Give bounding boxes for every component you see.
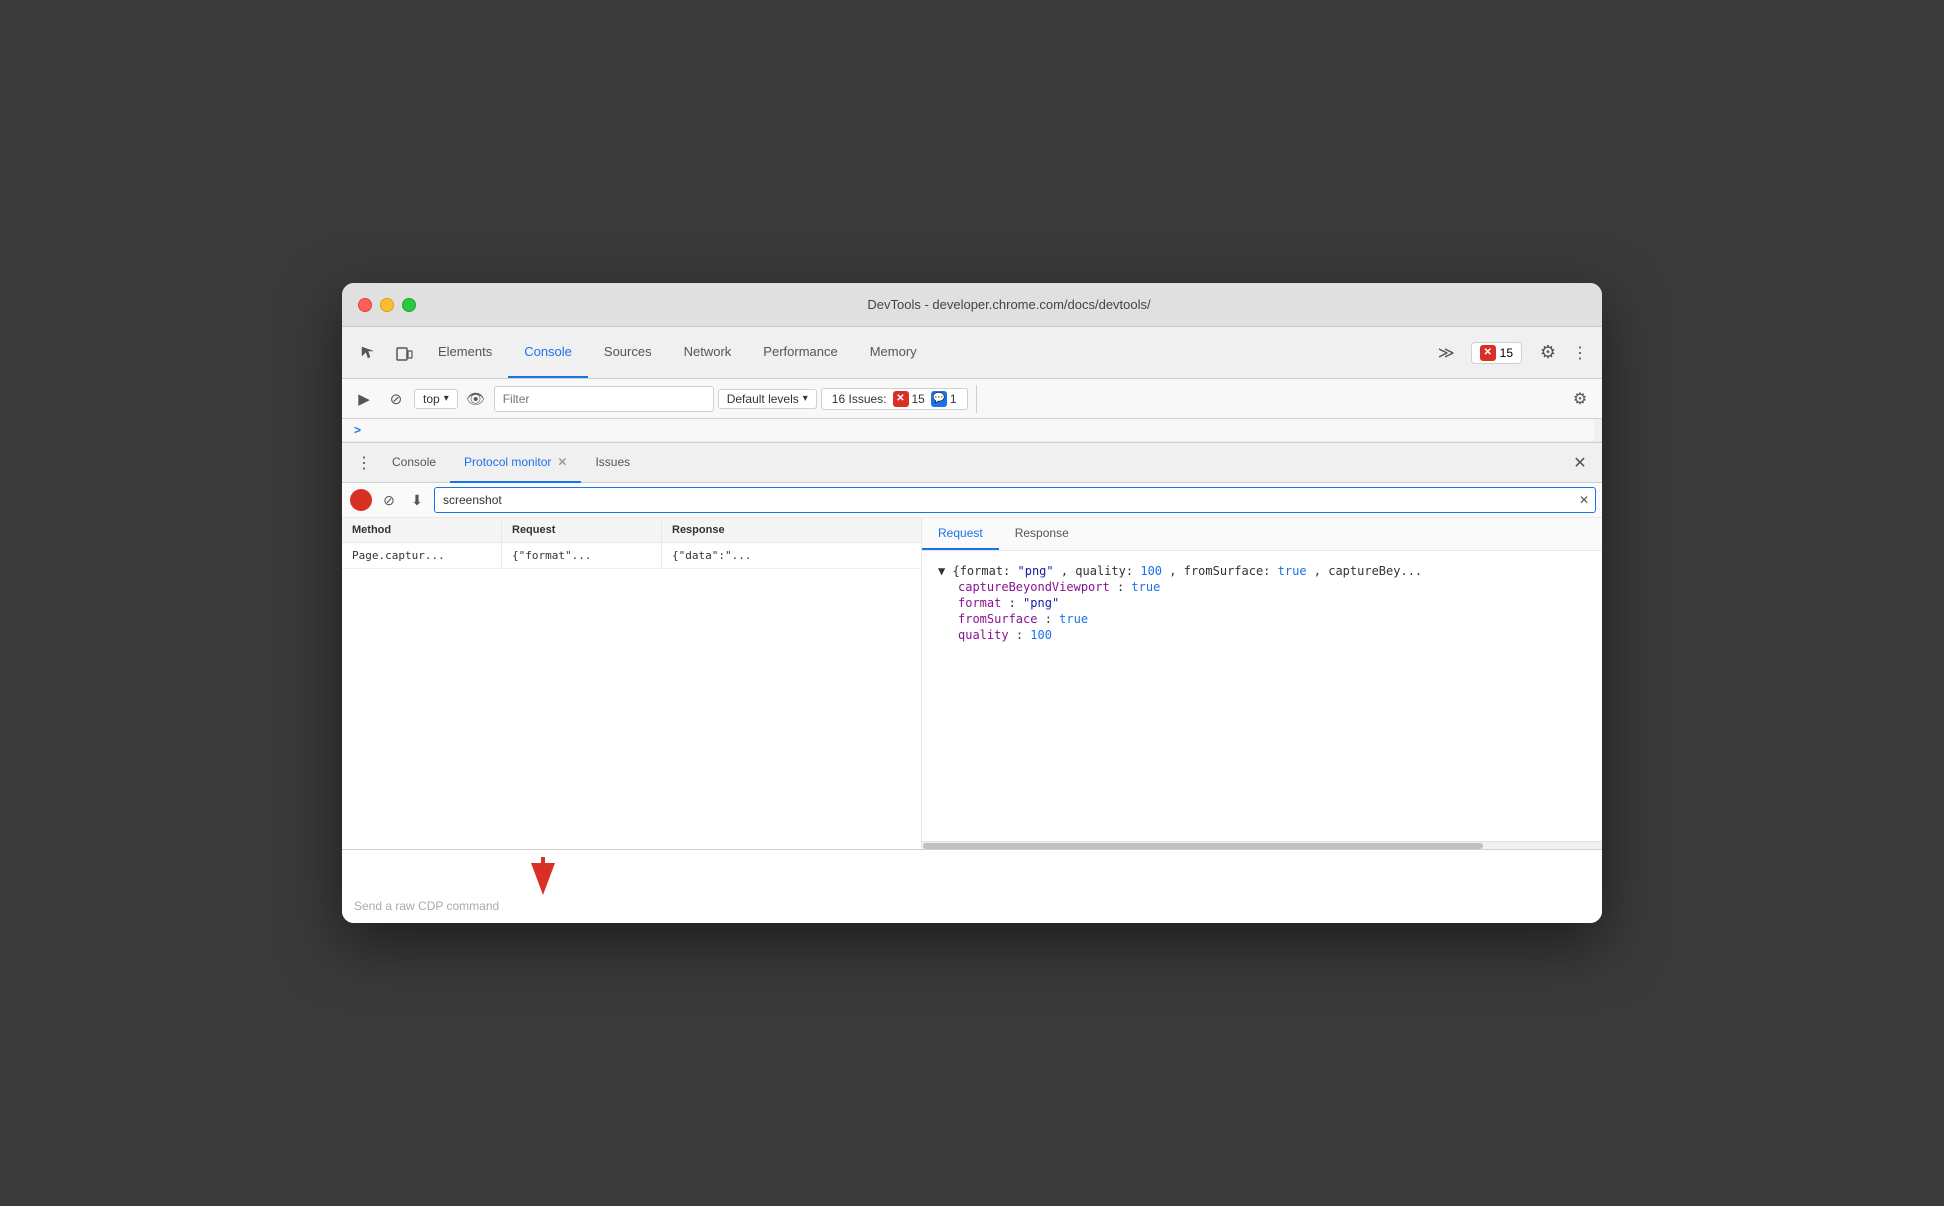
pm-left-panel: Method Request Response Page.captur... {…	[342, 518, 922, 849]
console-settings-icon[interactable]: ⚙	[1566, 385, 1594, 413]
arrow-annotation	[513, 852, 573, 902]
drawer-more-icon[interactable]: ⋮	[350, 449, 378, 477]
json-line-2: format : "png"	[938, 595, 1586, 611]
issues-error-group: ✕ 15	[893, 391, 925, 407]
drawer-tab-console[interactable]: Console	[378, 443, 450, 483]
issues-error-count: 15	[912, 392, 925, 406]
device-toggle-icon[interactable]	[386, 327, 422, 378]
error-count-badge[interactable]: ✕ 15	[1471, 342, 1522, 364]
tab-network[interactable]: Network	[668, 327, 748, 378]
context-value: top	[423, 392, 440, 406]
maximize-button[interactable]	[402, 298, 416, 312]
pm-table: Method Request Response Page.captur... {…	[342, 518, 1602, 849]
pm-clear-button[interactable]: ⊘	[378, 489, 400, 511]
protocol-monitor-content: ⊘ ⬇ ✕ Method Request Response Page.capt	[342, 483, 1602, 923]
default-levels-button[interactable]: Default levels ▾	[718, 389, 817, 409]
pm-search-bar: ⊘ ⬇ ✕	[342, 483, 1602, 518]
pm-right-content: ▼ {format: "png" , quality: 100 , fromSu…	[922, 551, 1602, 841]
issues-label: 16 Issues:	[832, 392, 887, 406]
run-script-button[interactable]: ▶	[350, 385, 378, 413]
close-button[interactable]	[358, 298, 372, 312]
row-response: {"data":"...	[662, 543, 921, 568]
table-row[interactable]: Page.captur... {"format"... {"data":"...	[342, 543, 921, 569]
json-line-4: quality : 100	[938, 627, 1586, 643]
error-icon: ✕	[1480, 345, 1496, 361]
console-scrollbar[interactable]	[1594, 419, 1602, 441]
dropdown-arrow-icon: ▾	[444, 393, 449, 404]
tab-elements[interactable]: Elements	[422, 327, 508, 378]
clear-console-button[interactable]: ⊘	[382, 385, 410, 413]
default-levels-label: Default levels	[727, 392, 799, 406]
cdp-command-input[interactable]: Send a raw CDP command	[342, 849, 1602, 923]
drawer-tabs-bar: ⋮ Console Protocol monitor ✕ Issues ✕	[342, 443, 1602, 483]
console-toolbar: ▶ ⊘ top ▾ 👁 Default levels ▾ 16 Issues: …	[342, 379, 1602, 419]
json-line-1: captureBeyondViewport : true	[938, 579, 1586, 595]
pm-table-body: Page.captur... {"format"... {"data":"...	[342, 543, 921, 849]
method-column-header: Method	[342, 518, 502, 542]
tab-console[interactable]: Console	[508, 327, 588, 378]
more-tabs-button[interactable]: ≫	[1430, 327, 1463, 378]
tab-performance[interactable]: Performance	[747, 327, 853, 378]
minimize-button[interactable]	[380, 298, 394, 312]
pm-right-panel: Request Response ▼ {format: "png" , qual…	[922, 518, 1602, 849]
devtools-window: DevTools - developer.chrome.com/docs/dev…	[342, 283, 1602, 923]
issues-info-group: 💬 1	[931, 391, 957, 407]
main-tabs: Elements Console Sources Network Perform…	[422, 327, 1430, 378]
traffic-lights	[358, 298, 416, 312]
drawer-panel: ⋮ Console Protocol monitor ✕ Issues ✕ ⊘	[342, 442, 1602, 923]
toolbar-separator	[976, 385, 977, 413]
response-column-header: Response	[662, 518, 921, 542]
prompt-chevron: >	[354, 423, 361, 437]
json-summary-line: ▼ {format: "png" , quality: 100 , fromSu…	[938, 563, 1586, 579]
pm-right-tab-request[interactable]: Request	[922, 518, 999, 550]
eye-icon[interactable]: 👁	[462, 385, 490, 413]
issues-badge[interactable]: 16 Issues: ✕ 15 💬 1	[821, 388, 968, 410]
filter-input[interactable]	[494, 386, 714, 412]
tab-memory[interactable]: Memory	[854, 327, 933, 378]
more-options-icon[interactable]: ⋮	[1566, 327, 1594, 378]
settings-icon[interactable]: ⚙	[1530, 327, 1566, 378]
levels-dropdown-icon: ▾	[803, 393, 808, 404]
json-line-3: fromSurface : true	[938, 611, 1586, 627]
drawer-close-button[interactable]: ✕	[1566, 449, 1594, 477]
drawer-tab-issues[interactable]: Issues	[581, 443, 644, 483]
error-count: 15	[1500, 346, 1513, 360]
inspect-icon[interactable]	[350, 327, 386, 378]
record-button[interactable]	[350, 489, 372, 511]
title-bar: DevTools - developer.chrome.com/docs/dev…	[342, 283, 1602, 327]
info-badge-icon: 💬	[931, 391, 947, 407]
console-prompt-area: >	[342, 419, 1602, 442]
pm-search-clear-icon[interactable]: ✕	[1574, 490, 1594, 510]
pm-right-tab-response[interactable]: Response	[999, 518, 1085, 550]
error-badge-icon: ✕	[893, 391, 909, 407]
pm-search-input[interactable]	[434, 487, 1596, 513]
drawer-tabs: Console Protocol monitor ✕ Issues	[378, 443, 1566, 483]
pm-save-button[interactable]: ⬇	[406, 489, 428, 511]
request-column-header: Request	[502, 518, 662, 542]
row-request: {"format"...	[502, 543, 662, 568]
protocol-monitor-close-icon[interactable]: ✕	[557, 455, 567, 469]
tab-sources[interactable]: Sources	[588, 327, 668, 378]
expand-icon[interactable]: ▼	[938, 564, 945, 578]
window-title: DevTools - developer.chrome.com/docs/dev…	[432, 297, 1586, 312]
row-method: Page.captur...	[342, 543, 502, 568]
pm-right-tabs: Request Response	[922, 518, 1602, 551]
context-selector[interactable]: top ▾	[414, 389, 458, 409]
issues-info-count: 1	[950, 392, 957, 406]
pm-table-header: Method Request Response	[342, 518, 921, 543]
main-tabs-bar: Elements Console Sources Network Perform…	[342, 327, 1602, 379]
pm-horizontal-scrollbar[interactable]	[922, 841, 1602, 849]
drawer-tab-protocol-monitor[interactable]: Protocol monitor ✕	[450, 443, 581, 483]
